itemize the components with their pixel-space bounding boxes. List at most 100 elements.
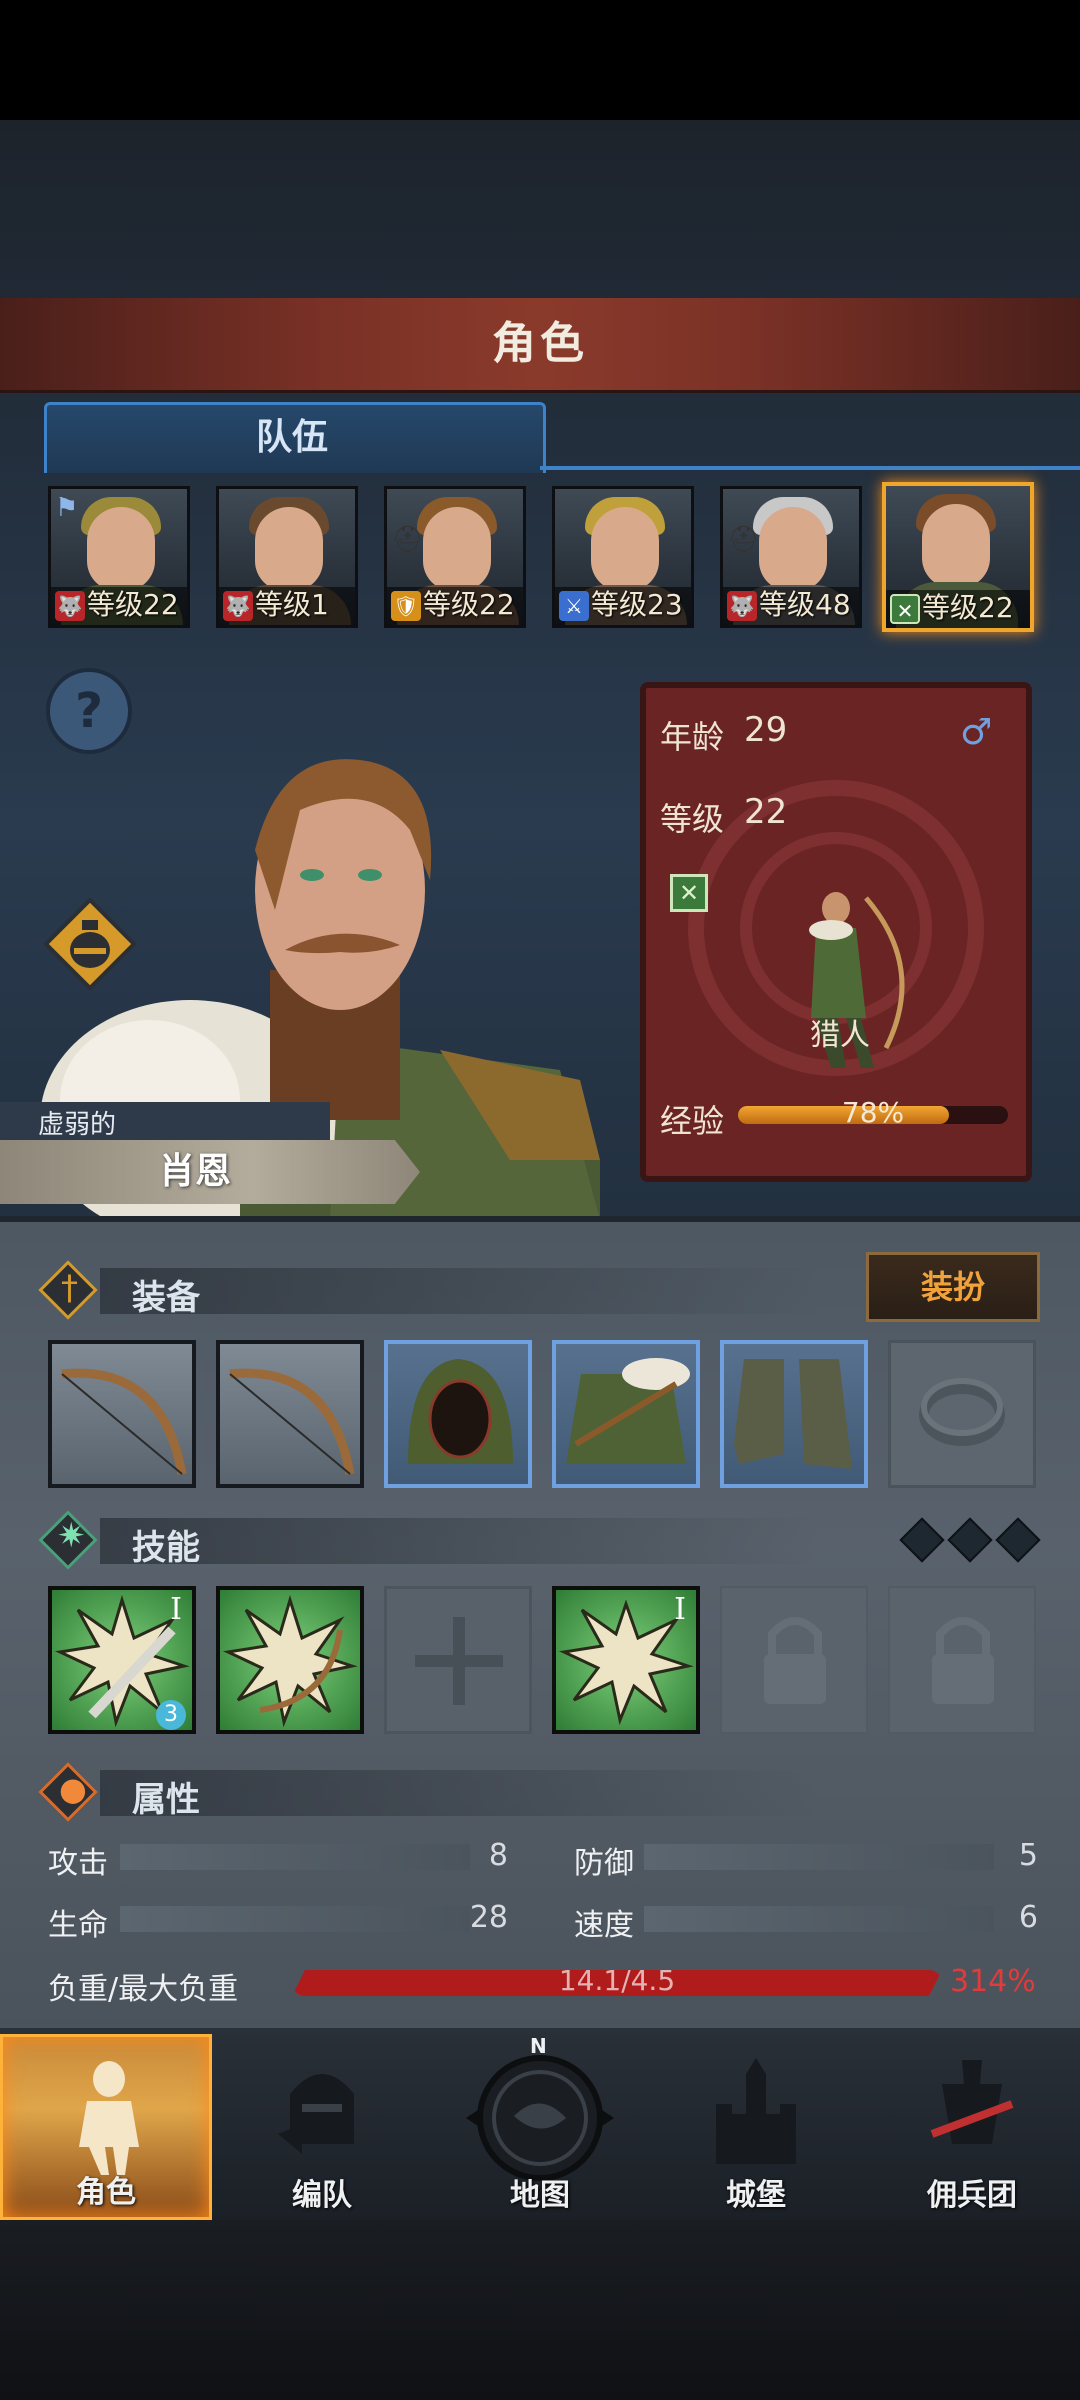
lock-icon bbox=[764, 1617, 826, 1704]
equip-slot-head[interactable] bbox=[384, 1340, 532, 1488]
defense-value: 5 bbox=[1018, 1838, 1038, 1873]
equip-slot-bow[interactable] bbox=[48, 1340, 196, 1488]
bow-icon bbox=[229, 1368, 355, 1475]
face bbox=[759, 507, 827, 591]
speed-label: 速度 bbox=[574, 1908, 634, 1943]
skill-slot[interactable]: I bbox=[552, 1586, 700, 1734]
mercenary-banner-icon bbox=[930, 2060, 1014, 2144]
level-label: 等级22 bbox=[87, 588, 179, 621]
roster-portrait[interactable]: ⚑ 🐺 等级22 bbox=[48, 486, 190, 628]
helmet-formation-icon bbox=[278, 2074, 354, 2154]
skill-rank: I bbox=[170, 1592, 182, 1627]
dagger-icon: † bbox=[61, 1268, 78, 1308]
tab-team-label: 队伍 bbox=[255, 417, 328, 458]
nav-map[interactable]: N 地图 bbox=[434, 2034, 646, 2220]
attributes-title: 属性 bbox=[132, 1780, 200, 1820]
hunter-class-icon: ✕ bbox=[670, 874, 708, 912]
skill-slot-locked[interactable] bbox=[720, 1586, 868, 1734]
level-label: 等级 bbox=[660, 800, 725, 838]
defense-label: 防御 bbox=[574, 1846, 634, 1881]
roster-portrait-selected[interactable]: ✕ 等级22 bbox=[882, 482, 1034, 632]
level-label: 等级23 bbox=[591, 588, 683, 621]
level-label: 等级48 bbox=[759, 588, 851, 621]
equip-slot-feet[interactable] bbox=[720, 1340, 868, 1488]
header-band bbox=[100, 1770, 820, 1816]
class-icon: ⚔ bbox=[559, 591, 589, 621]
bow-icon bbox=[61, 1368, 187, 1475]
skill-slot[interactable] bbox=[216, 1586, 364, 1734]
roster-portrait[interactable]: ⚔ 等级23 bbox=[552, 486, 694, 628]
face bbox=[922, 504, 990, 588]
class-icon: 🛡 bbox=[391, 591, 421, 621]
defense-bar bbox=[644, 1844, 994, 1870]
skill-slot[interactable]: 3 I bbox=[48, 1586, 196, 1734]
equipment-title: 装备 bbox=[132, 1278, 200, 1318]
castle-icon bbox=[716, 2058, 796, 2164]
nav-label: 角色 bbox=[76, 2175, 136, 2210]
tab-underline bbox=[540, 466, 1080, 470]
class-icon: 🐺 bbox=[223, 591, 253, 621]
male-icon: ♂ bbox=[960, 712, 993, 753]
life-bar bbox=[120, 1906, 470, 1932]
compass-north: N bbox=[530, 2034, 547, 2058]
question-icon: ? bbox=[75, 683, 103, 739]
character-name: 肖恩 bbox=[158, 1151, 231, 1192]
load-percent: 314% bbox=[950, 1964, 1036, 1999]
age-value: 29 bbox=[744, 710, 788, 750]
life-value: 28 bbox=[469, 1900, 508, 1935]
leader-flag-icon: ⚑ bbox=[55, 493, 79, 523]
bottom-system-area bbox=[0, 2220, 1080, 2400]
boots-icon bbox=[734, 1359, 852, 1469]
star-icon: ✷ bbox=[57, 1516, 86, 1556]
skills-title: 技能 bbox=[132, 1528, 200, 1568]
nav-castle[interactable]: 城堡 bbox=[650, 2034, 862, 2220]
face bbox=[255, 507, 323, 591]
person-icon: ● bbox=[59, 1770, 87, 1808]
cross-icon bbox=[415, 1617, 503, 1705]
level-label: 等级22 bbox=[423, 588, 515, 621]
level-value: 22 bbox=[744, 792, 788, 832]
page-title: 角色 bbox=[492, 318, 588, 369]
roster-portrait[interactable]: ⛑ 🛡 等级22 bbox=[384, 486, 526, 628]
class-icon: 🐺 bbox=[55, 591, 85, 621]
nav-mercenary[interactable]: 佣兵团 bbox=[866, 2034, 1078, 2220]
roster-portrait[interactable]: 🐺 等级1 bbox=[216, 486, 358, 628]
attack-label: 攻击 bbox=[48, 1846, 108, 1881]
fur-armor-icon bbox=[566, 1358, 690, 1464]
nav-label: 佣兵团 bbox=[927, 2178, 1017, 2213]
skill-slot-empty[interactable] bbox=[384, 1586, 532, 1734]
trait-label[interactable]: 虚弱的 bbox=[38, 1104, 116, 1141]
burst-bow-icon bbox=[222, 1594, 358, 1728]
level-label: 等级1 bbox=[255, 588, 329, 621]
load-label: 负重/最大负重 bbox=[48, 1972, 239, 2007]
rank-helmet-icon: ⛑ bbox=[391, 525, 425, 555]
hood-icon bbox=[408, 1359, 513, 1464]
face bbox=[87, 507, 155, 591]
equip-slot-body[interactable] bbox=[552, 1340, 700, 1488]
status-bar-area bbox=[0, 0, 1080, 120]
face bbox=[591, 507, 659, 591]
face bbox=[423, 507, 491, 591]
xp-label: 经验 bbox=[660, 1102, 725, 1140]
roster-portrait[interactable]: ⛑ 🐺 等级48 bbox=[720, 486, 862, 628]
nav-formation[interactable]: 编队 bbox=[216, 2034, 428, 2220]
skills-header: ✷ 技能 bbox=[38, 1510, 1040, 1570]
xp-percent: 78% bbox=[841, 1096, 905, 1129]
speed-value: 6 bbox=[1018, 1900, 1038, 1935]
class-name: 猎人 bbox=[810, 1018, 870, 1053]
ring-icon bbox=[919, 1378, 1005, 1446]
class-icon: ✕ bbox=[890, 594, 920, 624]
knight-armor-icon bbox=[79, 2061, 139, 2175]
age-label: 年龄 bbox=[660, 718, 725, 756]
nav-character[interactable]: 角色 bbox=[0, 2034, 212, 2220]
equip-slot-ring[interactable] bbox=[888, 1340, 1036, 1488]
load-value: 14.1/4.5 bbox=[558, 1964, 676, 1997]
compass-map-icon bbox=[466, 2055, 614, 2181]
header-band bbox=[100, 1518, 820, 1564]
skill-rank: I bbox=[674, 1592, 686, 1627]
nav-label: 城堡 bbox=[726, 2178, 786, 2213]
skill-slot-locked[interactable] bbox=[888, 1586, 1036, 1734]
level-label: 等级22 bbox=[922, 591, 1014, 624]
equip-slot-bow[interactable] bbox=[216, 1340, 364, 1488]
appearance-button[interactable]: 装扮 bbox=[866, 1252, 1040, 1322]
